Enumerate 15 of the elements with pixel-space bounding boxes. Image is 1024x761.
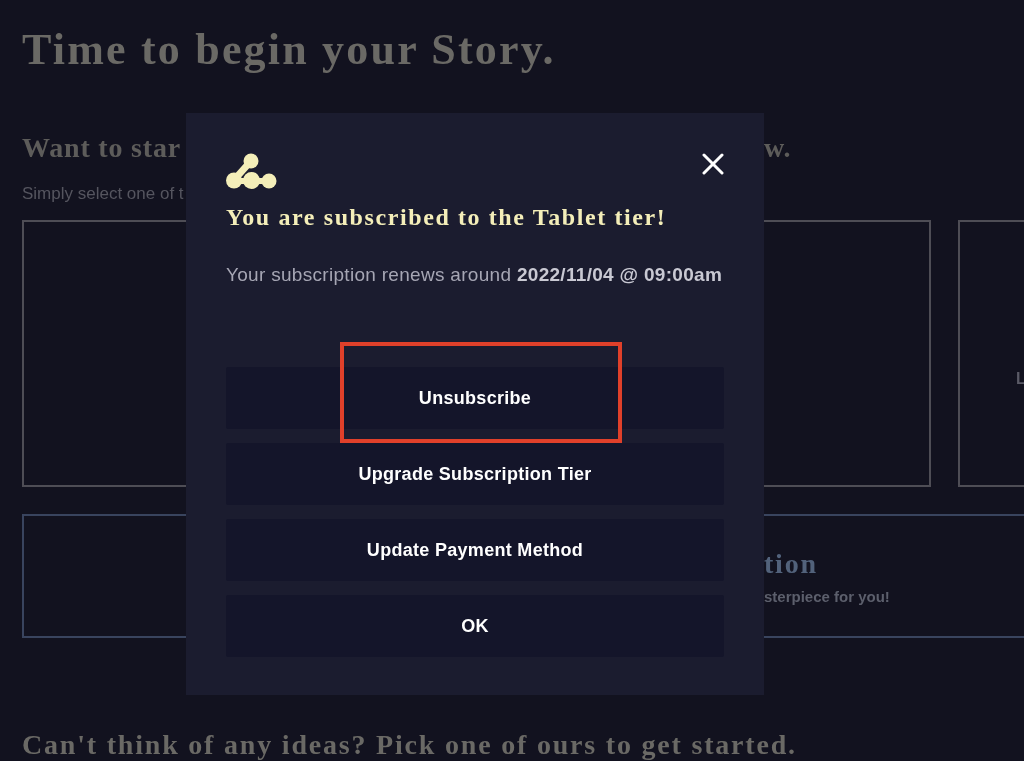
dialog-button[interactable]: Update Payment Method: [226, 519, 724, 581]
section-hint: Simply select one of t: [22, 184, 184, 204]
renewal-text: Your subscription renews around 2022/11/04 @ 09:00am: [226, 263, 723, 287]
dialog-title: You are subscribed to the Tablet tier!: [226, 203, 667, 232]
feature-title: tion: [764, 548, 818, 580]
dialog-button[interactable]: Unsubscribe: [226, 367, 724, 429]
page-title: Time to begin your Story.: [22, 24, 556, 76]
section-heading: w.: [764, 132, 792, 164]
ideas-heading: Can't think of any ideas? Pick one of ours to get started.: [22, 729, 797, 761]
close-button[interactable]: [702, 153, 724, 175]
feature-description: sterpiece for you!: [764, 588, 890, 606]
dialog-button[interactable]: Upgrade Subscription Tier: [226, 443, 724, 505]
logo-icon: [226, 153, 277, 189]
dialog-button[interactable]: OK: [226, 595, 724, 657]
section-heading: Want to star: [22, 132, 181, 164]
